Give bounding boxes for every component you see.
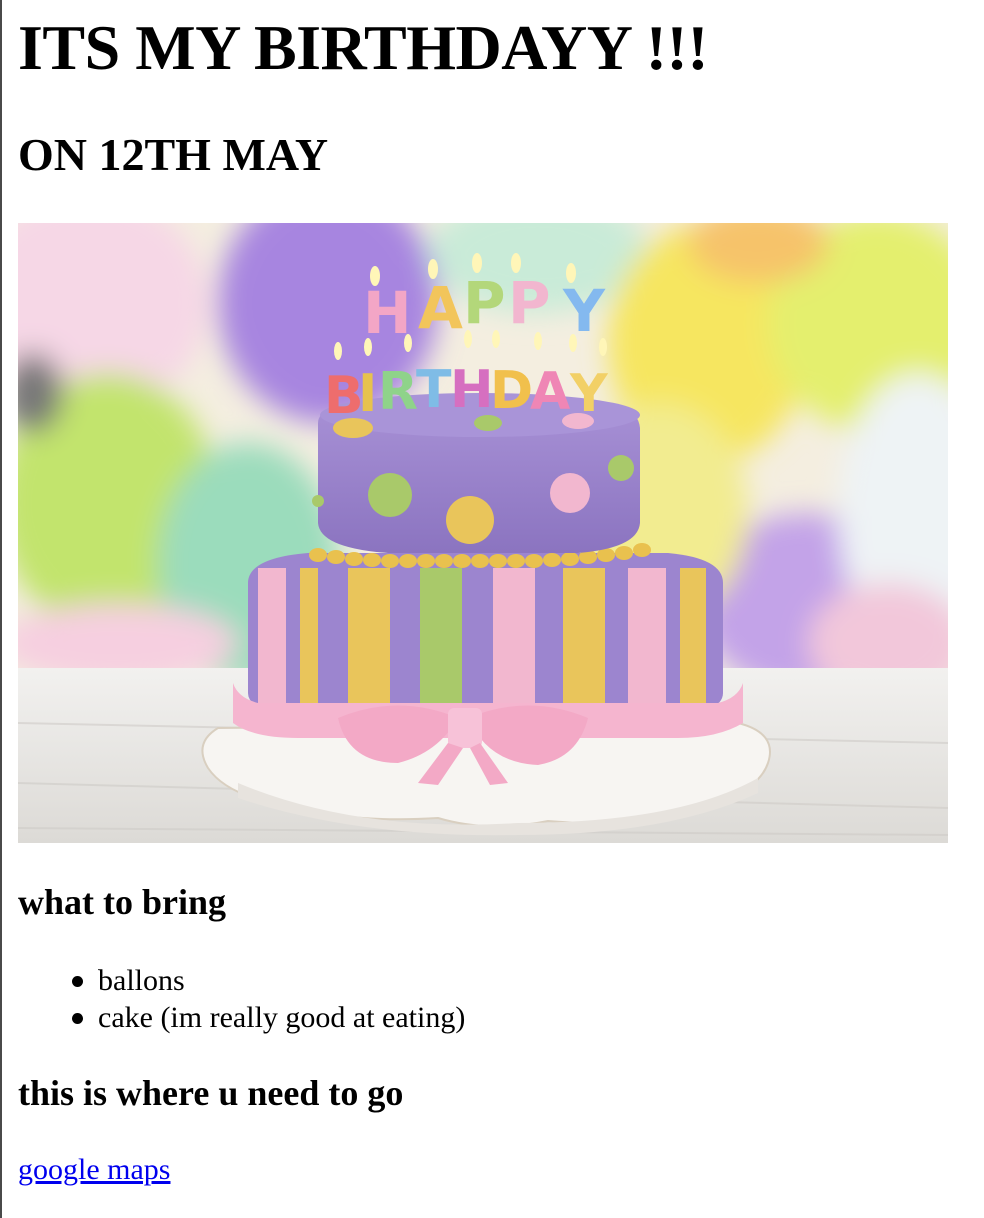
svg-text:Y: Y <box>562 277 606 345</box>
window-left-edge <box>0 0 2 1218</box>
list-item: ballons <box>68 962 465 999</box>
svg-text:P: P <box>508 269 551 337</box>
bring-list: ballons cake (im really good at eating) <box>68 962 465 1036</box>
svg-text:Y: Y <box>569 364 609 424</box>
svg-text:T: T <box>416 360 452 420</box>
svg-text:P: P <box>463 269 506 337</box>
svg-text:A: A <box>530 362 570 422</box>
google-maps-link[interactable]: google maps <box>18 1152 170 1188</box>
birthday-cake-image: H A P P Y B I R T H D A Y <box>18 223 948 843</box>
date-heading: ON 12TH MAY <box>18 129 329 180</box>
svg-text:H: H <box>363 279 412 347</box>
list-item: cake (im really good at eating) <box>68 999 465 1036</box>
svg-text:R: R <box>378 362 418 422</box>
svg-text:D: D <box>490 361 533 421</box>
what-to-bring-heading: what to bring <box>18 882 227 922</box>
svg-text:A: A <box>418 274 463 342</box>
location-heading: this is where u need to go <box>18 1073 404 1113</box>
svg-text:H: H <box>450 360 494 420</box>
candle-letters: H A P P Y B I R T H D A Y <box>324 253 609 426</box>
page-title: ITS MY BIRTHDAYY !!! <box>18 12 709 83</box>
svg-text:I: I <box>358 364 377 424</box>
